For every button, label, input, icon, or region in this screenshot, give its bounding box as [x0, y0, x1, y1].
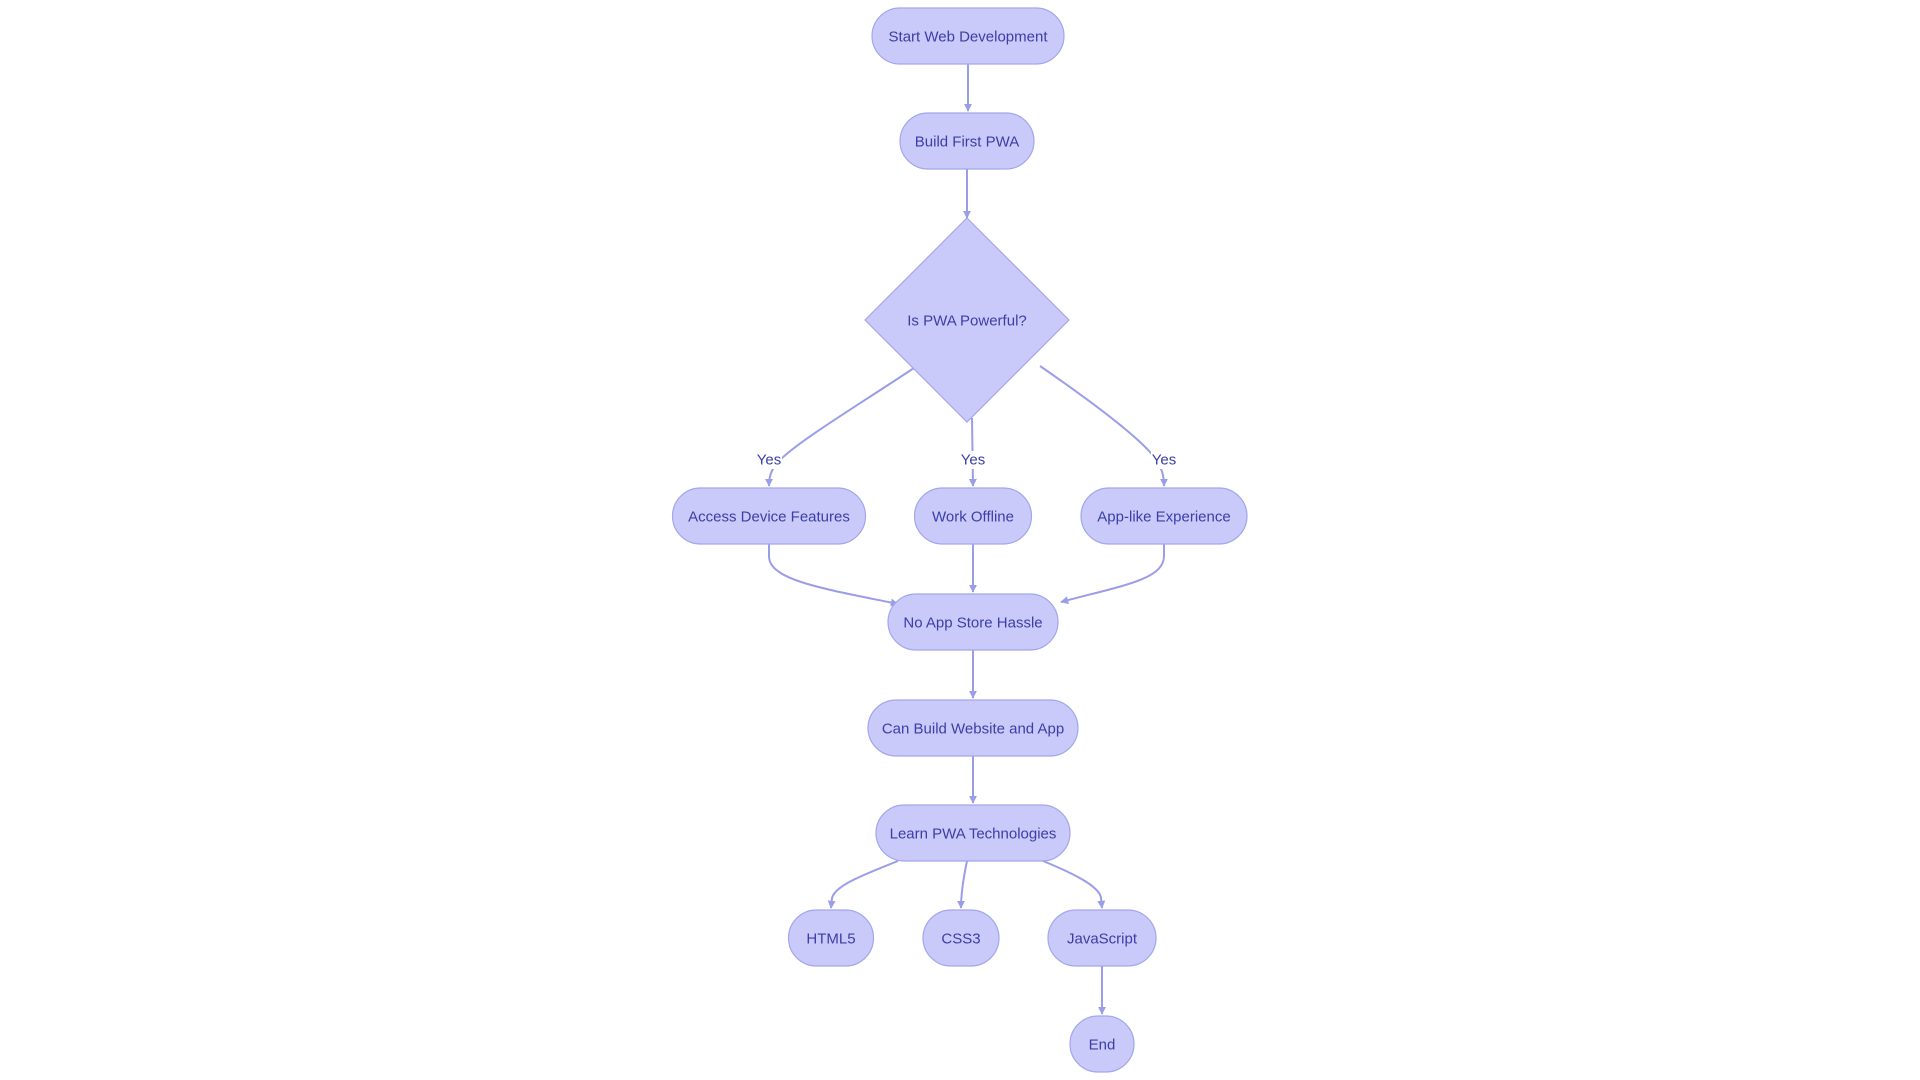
node-label: Is PWA Powerful?: [907, 313, 1027, 330]
edge-label-decision-to-applike: Yes: [1151, 451, 1177, 469]
edge-applike-to-noappstore: [1060, 544, 1165, 604]
edge-label-text: Yes: [757, 452, 781, 469]
node-label: Work Offline: [932, 509, 1014, 526]
node-end: End: [1069, 1015, 1135, 1073]
edge-label-decision-to-offline: Yes: [960, 451, 986, 469]
edge-access-to-noappstore: [768, 544, 899, 607]
node-label: Start Web Development: [889, 29, 1049, 46]
edge-label-decision-to-access: Yes: [756, 451, 782, 469]
edge-label-text: Yes: [961, 452, 985, 469]
node-html5: HTML5: [787, 909, 875, 967]
node-label: End: [1089, 1037, 1116, 1054]
node-css3: CSS3: [922, 909, 1000, 967]
node-label: CSS3: [941, 931, 980, 948]
edge-learn-to-html5: [827, 860, 899, 909]
node-access: Access Device Features: [671, 487, 867, 545]
edge-learn-to-js: [1042, 860, 1106, 909]
node-label: Learn PWA Technologies: [890, 826, 1057, 843]
edge-decision-to-access: [765, 365, 918, 487]
node-label: Build First PWA: [915, 134, 1019, 151]
edge-label-text: Yes: [1152, 452, 1176, 469]
node-label: Can Build Website and App: [882, 721, 1064, 738]
node-decision: Is PWA Powerful?: [864, 217, 1070, 423]
node-offline: Work Offline: [913, 487, 1033, 545]
node-canbuild: Can Build Website and App: [867, 699, 1079, 757]
edge-labels-layer: Yes Yes Yes: [756, 451, 1177, 469]
node-js: JavaScript: [1047, 909, 1157, 967]
node-start: Start Web Development: [871, 7, 1065, 65]
node-label: HTML5: [806, 931, 855, 948]
node-label: JavaScript: [1067, 931, 1138, 948]
edge-learn-to-css3: [957, 860, 968, 909]
node-build: Build First PWA: [899, 112, 1035, 170]
node-noappstore: No App Store Hassle: [887, 593, 1059, 651]
edge-decision-to-applike: [1039, 365, 1168, 487]
flowchart-diagram: Start Web Development Build First PWA Is P…: [671, 7, 1248, 1073]
node-learn: Learn PWA Technologies: [875, 804, 1071, 862]
node-label: App-like Experience: [1097, 509, 1230, 526]
node-label: Access Device Features: [688, 509, 850, 526]
nodes-layer: Start Web Development Build First PWA Is P…: [671, 7, 1248, 1073]
node-applike: App-like Experience: [1080, 487, 1248, 545]
node-label: No App Store Hassle: [903, 615, 1042, 632]
